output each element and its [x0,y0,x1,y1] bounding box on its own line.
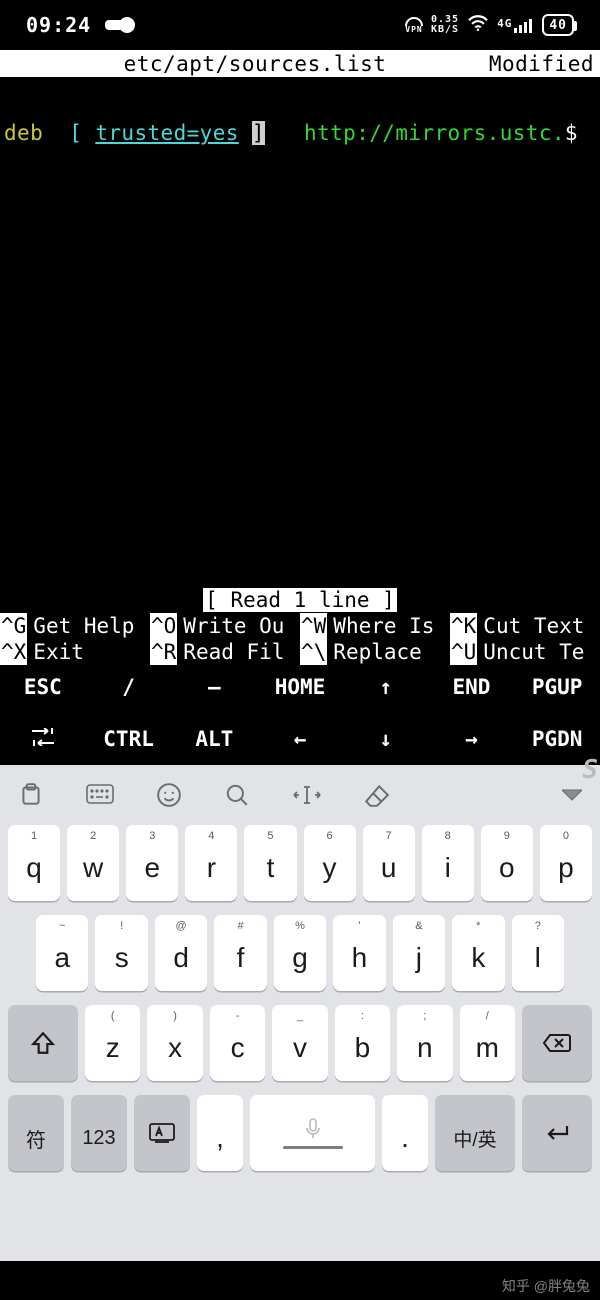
keyboard-settings-icon[interactable] [86,784,114,806]
wifi-icon [467,13,489,37]
extra-key-home[interactable]: HOME [257,675,343,699]
key-f[interactable]: #f [214,915,266,991]
extra-key-ctrl[interactable]: CTRL [86,727,172,751]
editor-message: [ Read 1 line ] [0,587,600,613]
key-b[interactable]: :b [335,1005,390,1081]
editor-footer: [ Read 1 line ] ^GGet Help ^OWrite Ou ^W… [0,587,600,665]
key-i[interactable]: 8i [422,825,474,901]
editor-content[interactable]: deb [ trusted=yes ] http://mirrors.ustc.… [0,77,600,587]
extra-key-left[interactable]: ← [257,727,343,751]
cursor: ] [252,121,265,145]
keyboard-toolbar [0,765,600,825]
shortcut-key-cut[interactable]: ^K [450,613,477,639]
shortcut-key-exit[interactable]: ^X [0,639,27,665]
status-time: 09:24 [26,13,91,37]
network-speed: 0.35 KB/S [431,15,459,35]
extra-key-slash[interactable]: / [86,675,172,699]
shortcut-key-write-out[interactable]: ^O [150,613,177,639]
key-e[interactable]: 3e [126,825,178,901]
extra-key-down[interactable]: ↓ [343,727,429,751]
key-a[interactable]: ~a [36,915,88,991]
editor-line-1[interactable]: deb [ trusted=yes ] http://mirrors.ustc.… [4,97,596,169]
extra-key-esc[interactable]: ESC [0,675,86,699]
vpn-key-icon [105,20,127,30]
extra-key-end[interactable]: END [429,675,515,699]
key-o[interactable]: 9o [481,825,533,901]
search-icon[interactable] [224,782,250,808]
extra-key-up[interactable]: ↑ [343,675,429,699]
shortcut-key-uncut[interactable]: ^U [450,639,477,665]
key-backspace[interactable] [522,1005,592,1081]
shortcut-key-where-is[interactable]: ^W [300,613,327,639]
extra-key-pgdn[interactable]: PGDN [514,727,600,751]
extra-key-tab[interactable] [0,727,86,751]
key-h[interactable]: 'h [333,915,385,991]
key-t[interactable]: 5t [244,825,296,901]
collapse-keyboard-icon[interactable] [562,788,582,802]
key-language[interactable] [134,1095,190,1171]
shortcut-key-replace[interactable]: ^\ [300,639,327,665]
key-w[interactable]: 2w [67,825,119,901]
key-z[interactable]: (z [85,1005,140,1081]
editor-modified-status: Modified [454,52,594,76]
extra-key-dash[interactable]: — [171,675,257,699]
terminal-extra-keys: ESC / — HOME ↑ END PGUP CTRL ALT ← ↓ → P… [0,665,600,765]
key-d[interactable]: @d [155,915,207,991]
key-symbols[interactable]: 符 [8,1095,64,1171]
eraser-icon[interactable] [364,782,390,808]
key-q[interactable]: 1q [8,825,60,901]
key-m[interactable]: /m [460,1005,515,1081]
key-n[interactable]: ;n [397,1005,452,1081]
key-r[interactable]: 4r [185,825,237,901]
key-period[interactable]: . [382,1095,428,1171]
emoji-icon[interactable] [156,782,182,808]
shortcut-key-get-help[interactable]: ^G [0,613,27,639]
sogou-logo-icon: S [582,755,598,785]
vpn-icon: VPN [405,17,423,34]
battery-icon: 40 [542,14,574,36]
key-x[interactable]: )x [147,1005,202,1081]
key-l[interactable]: ?l [512,915,564,991]
key-j[interactable]: &j [393,915,445,991]
cellular-signal: 4G [497,17,534,33]
editor-title-bar: etc/apt/sources.list Modified [0,50,600,77]
watermark: 知乎 @胖兔兔 [502,1276,590,1296]
shortcut-key-read-file[interactable]: ^R [150,639,177,665]
key-p[interactable]: 0p [540,825,592,901]
key-g[interactable]: %g [274,915,326,991]
extra-key-right[interactable]: → [429,727,515,751]
on-screen-keyboard: S 1q2w3e4r5t6y7u8i9o0p ~a!s@d#f%g'h&j*k?… [0,765,600,1261]
shortcut-row-1: ^GGet Help ^OWrite Ou ^WWhere Is ^KCut T… [0,613,600,639]
key-shift[interactable] [8,1005,78,1081]
key-u[interactable]: 7u [363,825,415,901]
key-y[interactable]: 6y [304,825,356,901]
status-bar: 09:24 VPN 0.35 KB/S 4G 40 [0,0,600,50]
editor-file-path: etc/apt/sources.list [56,52,454,76]
key-numbers[interactable]: 123 [71,1095,127,1171]
clipboard-icon[interactable] [18,782,44,808]
key-space[interactable] [250,1095,375,1171]
key-s[interactable]: !s [95,915,147,991]
key-comma[interactable]: , [197,1095,243,1171]
key-v[interactable]: _v [272,1005,327,1081]
key-enter[interactable] [522,1095,592,1171]
key-c[interactable]: -c [210,1005,265,1081]
shortcut-row-2: ^XExit ^RRead Fil ^\Replace ^UUncut Te [0,639,600,665]
cursor-tool-icon[interactable] [292,783,322,807]
extra-key-pgup[interactable]: PGUP [514,675,600,699]
extra-key-alt[interactable]: ALT [171,727,257,751]
key-cn-en-toggle[interactable]: 中/英 [435,1095,515,1171]
key-k[interactable]: *k [452,915,504,991]
